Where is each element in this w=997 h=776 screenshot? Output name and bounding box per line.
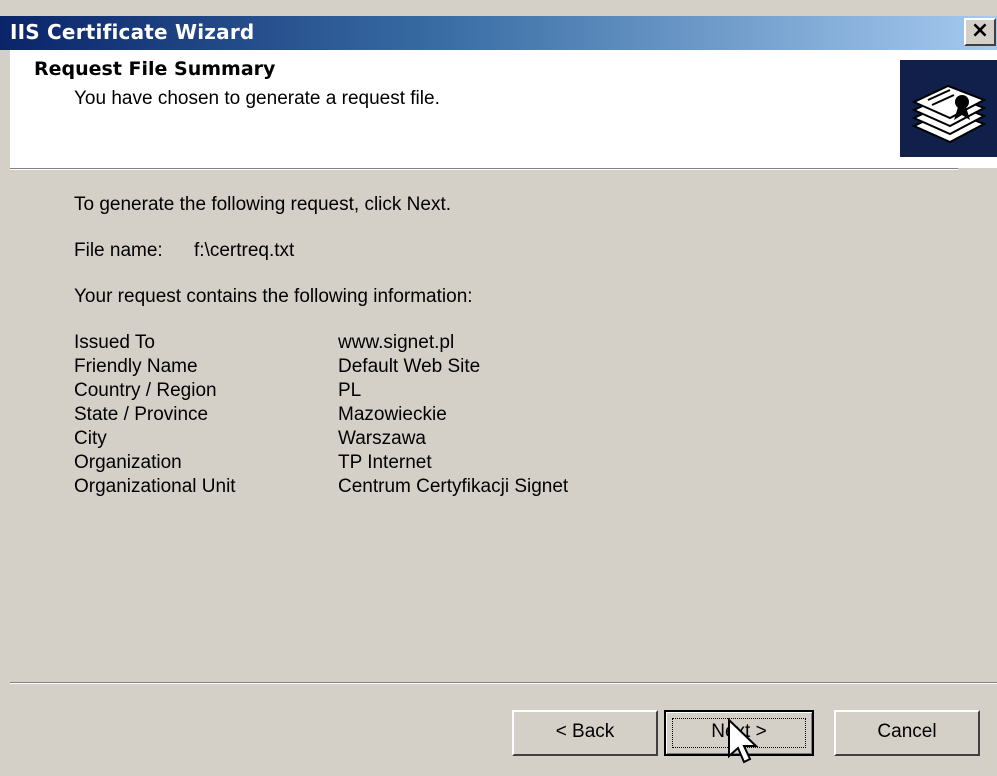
file-name-label: File name: <box>74 240 163 261</box>
button-separator <box>10 682 997 684</box>
info-row-state: State / Province Mazowieckie <box>74 404 447 426</box>
certificate-icon <box>900 60 997 157</box>
close-button[interactable]: × <box>964 18 996 46</box>
page-subtitle: You have chosen to generate a request fi… <box>74 88 440 109</box>
info-value: Default Web Site <box>338 356 481 377</box>
info-value: TP Internet <box>338 452 432 473</box>
info-row-country: Country / Region PL <box>74 380 361 402</box>
info-value: www.signet.pl <box>338 332 455 353</box>
file-name-value: f:\certreq.txt <box>194 240 295 261</box>
window-title: IIS Certificate Wizard <box>10 20 255 44</box>
wizard-header: Request File Summary You have chosen to … <box>10 50 997 168</box>
info-row-organization: Organization TP Internet <box>74 452 432 474</box>
info-row-city: City Warszawa <box>74 428 426 450</box>
page-title: Request File Summary <box>34 58 276 80</box>
info-row-org-unit: Organizational Unit Centrum Certyfikacji… <box>74 476 568 498</box>
info-row-friendly-name: Friendly Name Default Web Site <box>74 356 480 378</box>
info-intro-text: Your request contains the following info… <box>74 286 473 307</box>
summary-content: To generate the following request, click… <box>10 170 997 680</box>
cancel-button[interactable]: Cancel <box>834 710 980 756</box>
info-label: Issued To <box>74 332 155 353</box>
info-label: City <box>74 428 107 449</box>
back-button[interactable]: < Back <box>512 710 658 756</box>
instruction-text: To generate the following request, click… <box>74 194 452 215</box>
mouse-cursor-icon <box>728 718 759 764</box>
info-label: Organizational Unit <box>74 476 236 497</box>
wizard-window: IIS Certificate Wizard × Request File Su… <box>0 0 997 776</box>
info-value: PL <box>338 380 362 401</box>
info-value: Warszawa <box>338 428 426 449</box>
info-label: Organization <box>74 452 182 473</box>
info-label: Country / Region <box>74 380 217 401</box>
title-bar[interactable]: IIS Certificate Wizard × <box>0 16 997 50</box>
info-row-issued-to: Issued To www.signet.pl <box>74 332 454 354</box>
info-value: Mazowieckie <box>338 404 447 425</box>
info-label: Friendly Name <box>74 356 198 377</box>
info-value: Centrum Certyfikacji Signet <box>338 476 569 497</box>
info-label: State / Province <box>74 404 209 425</box>
